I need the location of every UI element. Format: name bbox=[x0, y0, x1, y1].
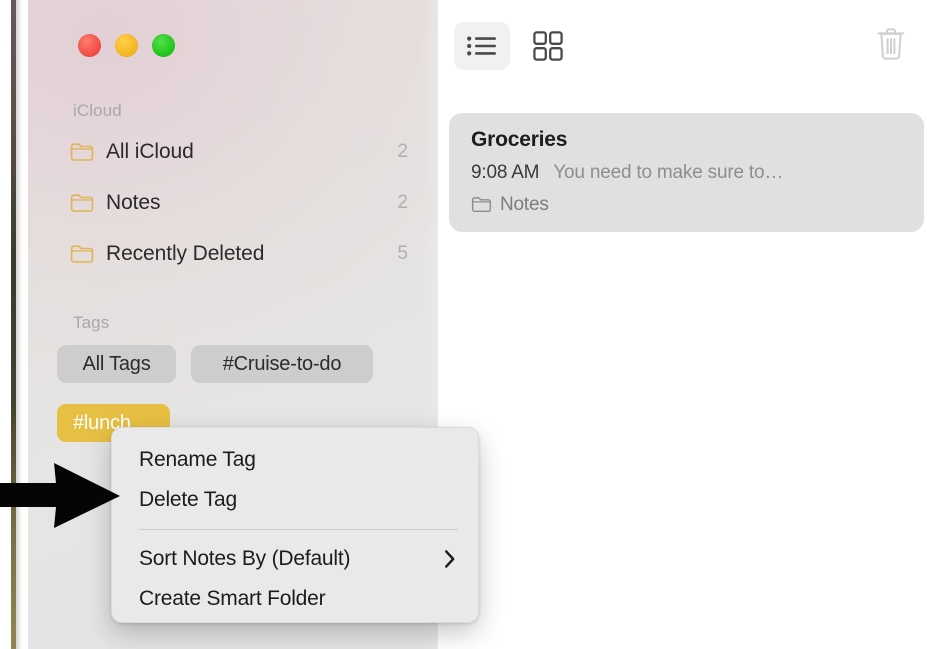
gallery-view-button[interactable] bbox=[520, 22, 576, 70]
note-meta: 9:08 AM You need to make sure to… bbox=[471, 163, 924, 182]
section-header-icloud: iCloud bbox=[73, 101, 122, 120]
tag-label: All Tags bbox=[82, 352, 151, 375]
note-folder: Notes bbox=[471, 195, 924, 214]
toolbar bbox=[438, 0, 927, 92]
section-header-tags: Tags bbox=[73, 313, 110, 332]
tag-cruise-to-do[interactable]: #Cruise-to-do bbox=[191, 345, 373, 383]
menu-item-label: Create Smart Folder bbox=[139, 587, 326, 610]
window-traffic-lights bbox=[78, 34, 175, 57]
folder-icon bbox=[471, 197, 492, 213]
list-view-button[interactable] bbox=[454, 22, 510, 70]
folder-icon bbox=[70, 245, 94, 263]
annotation-arrow bbox=[0, 463, 120, 528]
menu-separator bbox=[139, 529, 458, 530]
note-folder-name: Notes bbox=[500, 194, 549, 215]
minimize-button[interactable] bbox=[115, 34, 138, 57]
notes-pane: Groceries 9:08 AM You need to make sure … bbox=[438, 0, 927, 649]
menu-item-label: Delete Tag bbox=[139, 488, 238, 511]
menu-item-label: Sort Notes By (Default) bbox=[139, 547, 351, 570]
folder-icon bbox=[70, 143, 94, 161]
chevron-right-icon bbox=[445, 550, 455, 568]
folder-icon bbox=[70, 194, 94, 212]
screenshot-root: iCloud All iCloud 2 Notes 2 Recently Del… bbox=[0, 0, 927, 649]
sidebar-item-count: 2 bbox=[397, 192, 408, 213]
list-icon bbox=[467, 36, 496, 56]
sidebar-item-count: 5 bbox=[397, 243, 408, 264]
sidebar-item-notes[interactable]: Notes 2 bbox=[70, 185, 422, 221]
tag-all-tags[interactable]: All Tags bbox=[57, 345, 176, 383]
sidebar-item-all-icloud[interactable]: All iCloud 2 bbox=[70, 134, 422, 170]
zoom-button[interactable] bbox=[152, 34, 175, 57]
gallery-icon bbox=[533, 31, 563, 61]
note-list-item-groceries[interactable]: Groceries 9:08 AM You need to make sure … bbox=[449, 113, 924, 232]
menu-item-label: Rename Tag bbox=[139, 448, 256, 471]
sidebar-item-label: Recently Deleted bbox=[106, 242, 265, 265]
tag-label: #Cruise-to-do bbox=[222, 352, 342, 375]
note-snippet: You need to make sure to… bbox=[553, 162, 784, 183]
note-timestamp: 9:08 AM bbox=[471, 162, 540, 183]
trash-icon bbox=[877, 28, 905, 60]
sidebar-item-label: All iCloud bbox=[106, 140, 194, 163]
menu-item-create-smart-folder[interactable]: Create Smart Folder bbox=[112, 579, 478, 619]
window-left-edge-shadow bbox=[16, 0, 22, 649]
menu-item-delete-tag[interactable]: Delete Tag bbox=[112, 480, 478, 520]
menu-item-rename-tag[interactable]: Rename Tag bbox=[112, 440, 478, 480]
delete-note-button[interactable] bbox=[867, 18, 915, 70]
menu-item-sort-notes-by[interactable]: Sort Notes By (Default) bbox=[112, 539, 478, 579]
sidebar-item-recently-deleted[interactable]: Recently Deleted 5 bbox=[70, 236, 422, 272]
tag-context-menu: Rename Tag Delete Tag Sort Notes By (Def… bbox=[111, 427, 479, 623]
sidebar-item-count: 2 bbox=[397, 141, 408, 162]
close-button[interactable] bbox=[78, 34, 101, 57]
note-title: Groceries bbox=[471, 128, 568, 151]
sidebar-item-label: Notes bbox=[106, 191, 161, 214]
notes-window: iCloud All iCloud 2 Notes 2 Recently Del… bbox=[12, 0, 927, 649]
